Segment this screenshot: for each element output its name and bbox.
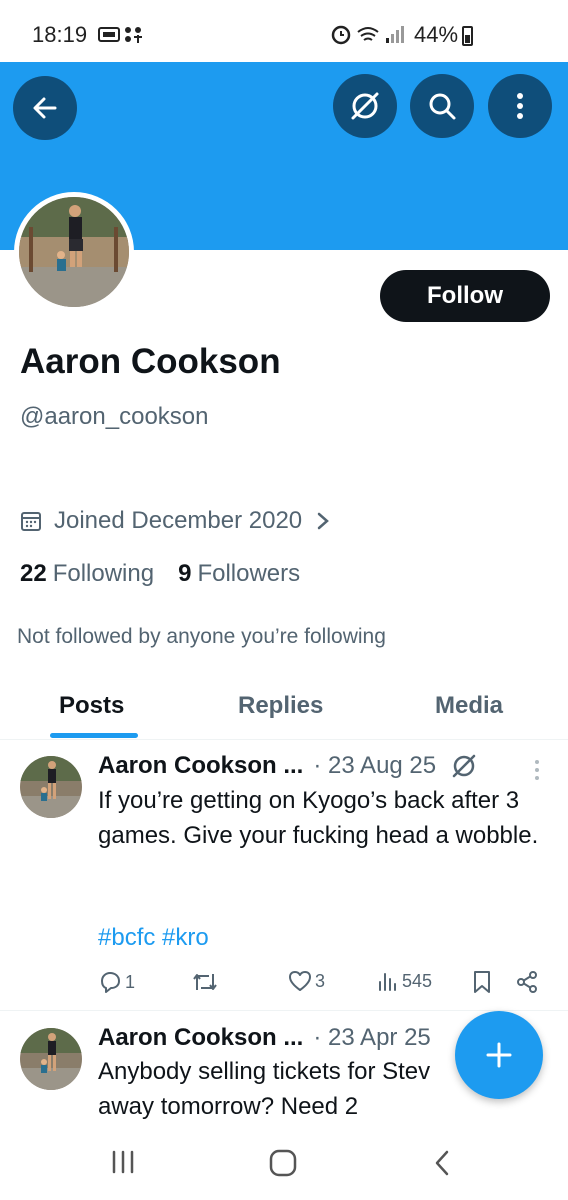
recent-apps-button[interactable] bbox=[110, 1148, 136, 1181]
post-author-name[interactable]: Aaron Cookson ... bbox=[98, 752, 303, 780]
retweet-button[interactable] bbox=[192, 970, 218, 994]
system-back-button[interactable] bbox=[432, 1148, 452, 1183]
joined-date: Joined December 2020 bbox=[54, 507, 303, 534]
following-label: Following bbox=[52, 560, 155, 587]
status-system-icons bbox=[330, 22, 410, 46]
grok-button[interactable] bbox=[333, 74, 397, 138]
chevron-right-icon bbox=[317, 512, 330, 530]
home-icon bbox=[269, 1149, 297, 1177]
profile-tabs: Posts Replies Media bbox=[0, 676, 568, 740]
following-count: 22 bbox=[20, 560, 47, 587]
more-vertical-icon bbox=[517, 93, 523, 119]
views-icon bbox=[379, 973, 396, 991]
post-hashtags[interactable]: #bcfc #kro bbox=[98, 924, 209, 952]
bookmark-icon bbox=[474, 971, 490, 993]
like-button[interactable]: 3 bbox=[288, 970, 325, 992]
followers-label: Followers bbox=[197, 560, 301, 587]
calendar-icon bbox=[21, 512, 41, 531]
battery-icon bbox=[462, 26, 473, 46]
following-link[interactable]: 22 Following bbox=[20, 560, 154, 588]
reply-icon bbox=[101, 972, 120, 993]
tab-replies[interactable]: Replies bbox=[238, 692, 323, 720]
mutual-followers-note: Not followed by anyone you’re following bbox=[17, 625, 386, 648]
profile-avatar[interactable] bbox=[14, 192, 134, 312]
reply-button[interactable]: 1 bbox=[98, 970, 135, 994]
post-avatar[interactable] bbox=[20, 1028, 82, 1090]
grok-icon[interactable] bbox=[450, 752, 478, 780]
back-chevron-icon bbox=[435, 1150, 449, 1176]
battery-percent: 44% bbox=[414, 22, 459, 47]
tab-posts[interactable]: Posts bbox=[59, 692, 124, 720]
follow-stats: 22 Following 9 Followers bbox=[20, 560, 300, 588]
active-tab-indicator bbox=[50, 733, 138, 738]
joined-date-row[interactable]: Joined December 2020 bbox=[20, 506, 330, 536]
followers-link[interactable]: 9 Followers bbox=[178, 560, 300, 588]
status-notification-icons bbox=[98, 25, 150, 45]
follow-button[interactable]: Follow bbox=[380, 270, 550, 322]
recent-apps-icon bbox=[112, 1150, 134, 1174]
like-icon bbox=[289, 971, 311, 991]
post-header: Aaron Cookson ... · 23 Aug 25 bbox=[98, 751, 478, 781]
post-avatar[interactable] bbox=[20, 756, 82, 818]
search-icon bbox=[429, 93, 456, 120]
back-button[interactable] bbox=[13, 76, 77, 140]
bookmark-button[interactable] bbox=[472, 970, 492, 994]
reply-count: 1 bbox=[125, 971, 136, 992]
avatar-photo bbox=[19, 197, 129, 307]
share-button[interactable] bbox=[515, 970, 539, 994]
post-more-icon[interactable] bbox=[533, 758, 541, 782]
display-name: Aaron Cookson bbox=[20, 342, 281, 381]
compose-plus-icon bbox=[486, 1042, 512, 1068]
status-bar: 18:19 44% bbox=[0, 0, 568, 62]
like-count: 3 bbox=[315, 970, 326, 991]
post-item[interactable]: Aaron Cookson ... · 23 Aug 25 If you’re … bbox=[0, 742, 568, 1010]
system-nav-bar bbox=[0, 1128, 568, 1200]
share-icon bbox=[517, 971, 537, 993]
post-header: Aaron Cookson ... · 23 Apr 25 bbox=[98, 1023, 431, 1053]
home-button[interactable] bbox=[268, 1148, 298, 1183]
grok-icon bbox=[351, 92, 379, 120]
post-actions: 1 3 545 bbox=[98, 970, 548, 1000]
status-time: 18:19 bbox=[32, 22, 88, 47]
post-author-name[interactable]: Aaron Cookson ... bbox=[98, 1024, 303, 1052]
back-arrow-icon bbox=[33, 97, 57, 119]
user-handle: @aaron_cookson bbox=[20, 403, 209, 430]
views-count: 545 bbox=[402, 970, 433, 991]
views-button[interactable]: 545 bbox=[377, 970, 432, 992]
post-divider bbox=[0, 1010, 568, 1011]
post-date: · 23 Aug 25 bbox=[313, 752, 437, 779]
followers-count: 9 bbox=[178, 560, 192, 587]
more-options-button[interactable] bbox=[488, 74, 552, 138]
post-text: If you’re getting on Kyogo’s back after … bbox=[98, 787, 539, 849]
search-button[interactable] bbox=[410, 74, 474, 138]
compose-button[interactable] bbox=[455, 1011, 543, 1099]
post-date: · 23 Apr 25 bbox=[313, 1024, 431, 1051]
tab-media[interactable]: Media bbox=[435, 692, 503, 720]
retweet-icon bbox=[193, 974, 217, 990]
